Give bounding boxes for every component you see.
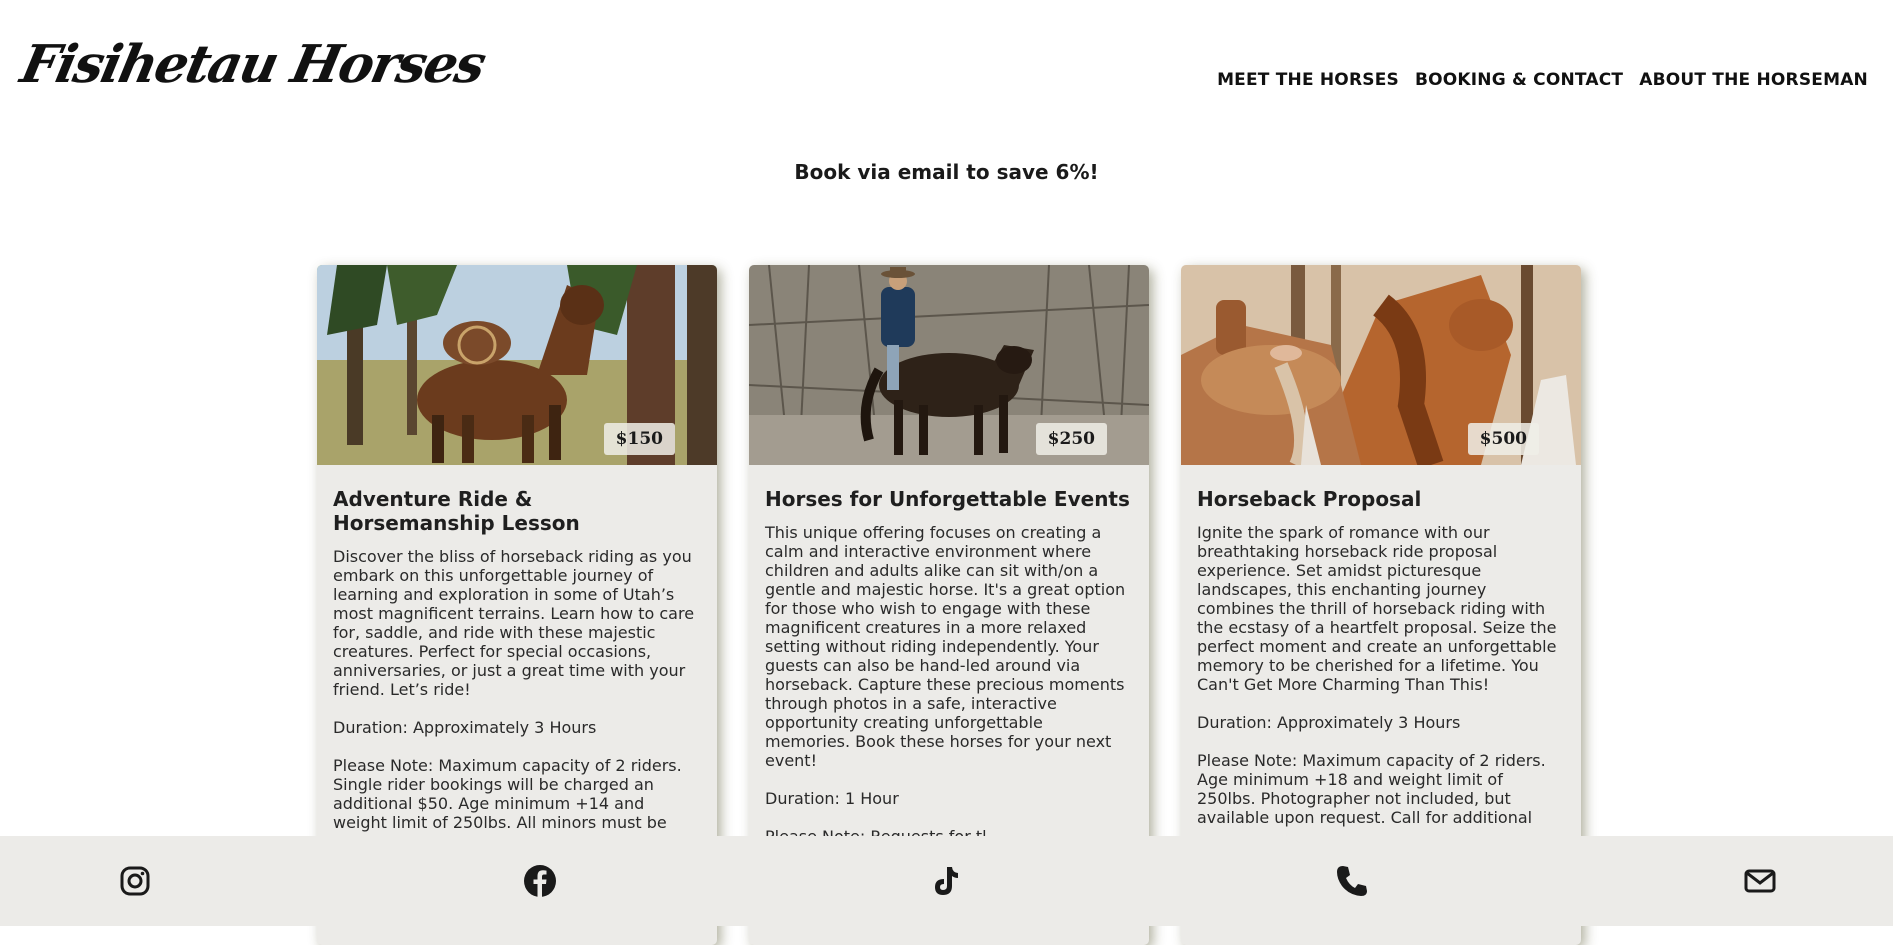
card-title: Adventure Ride & Horsemanship Lesson — [333, 487, 580, 535]
site-logo[interactable]: Fisihetau Horses — [15, 30, 491, 100]
tiktok-icon[interactable] — [929, 864, 963, 898]
price-badge: $500 — [1467, 423, 1539, 455]
card-duration: Duration: Approximately 3 Hours — [1197, 713, 1461, 732]
main-nav: MEET THE HORSES BOOKING & CONTACT ABOUT … — [1217, 70, 1868, 90]
card-photo-horse-forest: $150 — [317, 265, 717, 465]
site-footer — [0, 836, 1893, 926]
nav-booking-contact[interactable]: BOOKING & CONTACT — [1415, 70, 1623, 90]
site-header: Fisihetau Horses MEET THE HORSES BOOKING… — [0, 0, 1893, 150]
price-badge: $150 — [603, 423, 675, 455]
card-duration: Duration: Approximately 3 Hours — [333, 718, 597, 737]
email-icon[interactable] — [1743, 864, 1777, 898]
card-duration: Duration: 1 Hour — [765, 789, 899, 808]
promo-banner: Book via email to save 6%! — [794, 160, 1099, 184]
card-description: This unique offering focuses on creating… — [765, 523, 1126, 770]
card-description: Discover the bliss of horseback riding a… — [333, 547, 695, 699]
card-note: Please Note: Maximum capacity of 2 rider… — [333, 756, 682, 832]
card-note: Please Note: Maximum capacity of 2 rider… — [1197, 751, 1546, 827]
phone-icon[interactable] — [1335, 864, 1369, 898]
instagram-icon[interactable] — [118, 864, 152, 898]
nav-meet-the-horses[interactable]: MEET THE HORSES — [1217, 70, 1399, 90]
nav-about-the-horseman[interactable]: ABOUT THE HORSEMAN — [1639, 70, 1868, 90]
card-description: Ignite the spark of romance with our bre… — [1197, 523, 1557, 694]
card-photo-horse-saddle: $500 — [1181, 265, 1581, 465]
card-photo-cowboy-rider: $250 — [749, 265, 1149, 465]
facebook-icon[interactable] — [523, 864, 557, 898]
card-title: Horses for Unforgettable Events — [765, 487, 1130, 511]
price-badge: $250 — [1035, 423, 1107, 455]
card-title: Horseback Proposal — [1197, 487, 1422, 511]
